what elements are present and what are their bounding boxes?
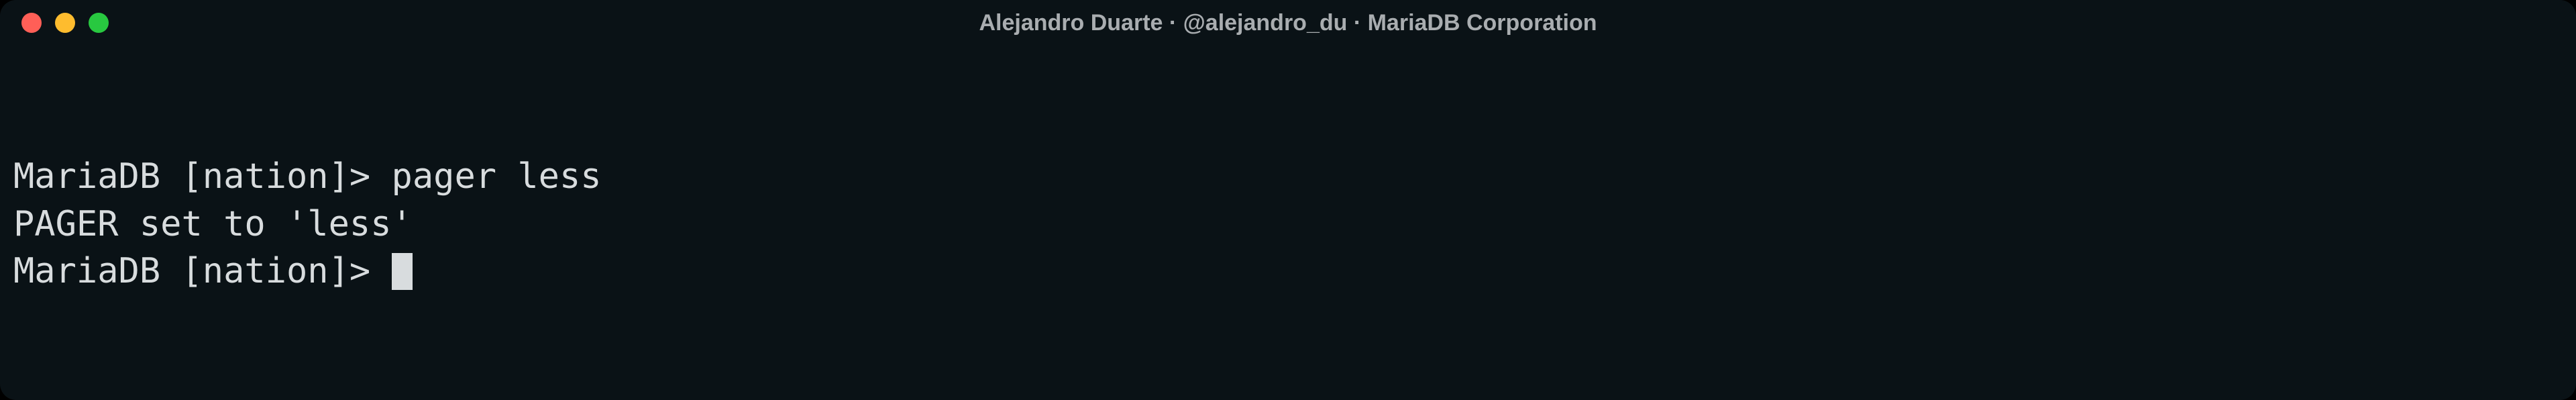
terminal-body[interactable]: MariaDB [nation]> pager lessPAGER set to…	[0, 46, 2576, 400]
window-title: Alejandro Duarte · @alejandro_du · Maria…	[979, 10, 1597, 36]
traffic-lights	[0, 13, 109, 33]
terminal-line: PAGER set to 'less'	[13, 201, 2563, 248]
minimize-button[interactable]	[55, 13, 75, 33]
terminal-window: Alejandro Duarte · @alejandro_du · Maria…	[0, 0, 2576, 400]
title-bar: Alejandro Duarte · @alejandro_du · Maria…	[0, 0, 2576, 46]
maximize-button[interactable]	[89, 13, 109, 33]
cursor	[392, 253, 413, 290]
command-text: pager less	[392, 156, 602, 197]
terminal-line: MariaDB [nation]> pager less	[13, 153, 2563, 200]
close-button[interactable]	[21, 13, 42, 33]
db-prompt: MariaDB [nation]>	[13, 156, 392, 197]
terminal-line: MariaDB [nation]>	[13, 248, 2563, 295]
db-prompt: MariaDB [nation]>	[13, 251, 392, 291]
